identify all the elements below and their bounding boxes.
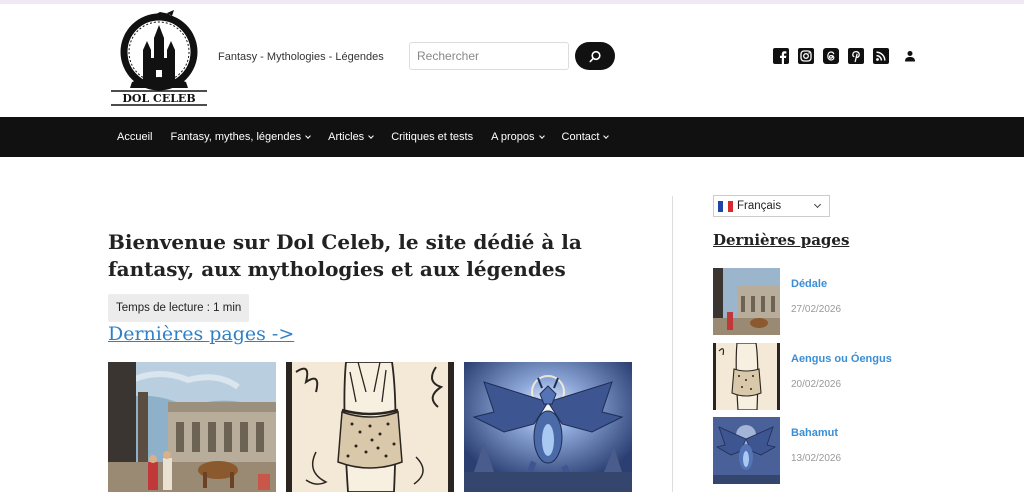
chevron-down-icon xyxy=(538,132,545,139)
article-thumbnail[interactable] xyxy=(286,362,454,492)
nav-item-label: Critiques et tests xyxy=(391,131,474,143)
social-links xyxy=(773,48,918,64)
logo-text: DOL CELEB xyxy=(122,92,195,105)
chevron-down-icon xyxy=(813,200,822,209)
search-input[interactable] xyxy=(409,42,569,70)
sidebar-list-item: Aengus ou Óengus 20/02/2026 xyxy=(713,343,913,411)
sidebar-item-thumbnail[interactable] xyxy=(713,268,780,335)
france-flag-icon xyxy=(718,200,733,212)
chevron-down-icon xyxy=(368,132,375,139)
sidebar-list-item: Dédale 27/02/2026 xyxy=(713,268,913,336)
reading-time-badge: Temps de lecture : 1 min xyxy=(108,294,250,322)
latest-pages-link[interactable]: Dernières pages -> xyxy=(108,323,294,345)
nav-item-label: A propos xyxy=(491,131,535,143)
site-header: DOL CELEB Fantasy - Mythologies - Légend… xyxy=(0,4,1024,117)
page-title: Bienvenue sur Dol Celeb, le site dédié à… xyxy=(108,230,582,281)
pinterest-icon[interactable] xyxy=(848,48,864,64)
nav-item-contact[interactable]: Contact xyxy=(561,131,610,143)
article-thumbnail[interactable] xyxy=(108,362,276,492)
user-icon[interactable] xyxy=(902,48,918,64)
nav-item-critiques[interactable]: Critiques et tests xyxy=(391,131,473,143)
nav-item-apropos[interactable]: A propos xyxy=(491,131,545,143)
nav-item-accueil[interactable]: Accueil xyxy=(117,131,152,143)
search-button[interactable] xyxy=(575,42,615,70)
sidebar-item-title[interactable]: Dédale xyxy=(791,278,827,290)
chevron-down-icon xyxy=(603,132,610,139)
sidebar-section-title: Dernières pages xyxy=(713,231,850,249)
language-select[interactable]: Français xyxy=(713,195,830,217)
search-icon xyxy=(588,50,601,62)
facebook-icon[interactable] xyxy=(773,48,789,64)
nav-item-articles[interactable]: Articles xyxy=(328,131,375,143)
sidebar-item-date: 27/02/2026 xyxy=(791,304,842,315)
instagram-icon[interactable] xyxy=(798,48,814,64)
sidebar-item-thumbnail[interactable] xyxy=(713,417,780,484)
nav-item-fantasy[interactable]: Fantasy, mythes, légendes xyxy=(170,131,311,143)
chevron-down-icon xyxy=(305,132,311,139)
language-label: Français xyxy=(737,200,782,212)
threads-icon[interactable] xyxy=(823,48,839,64)
main-navigation: Accueil Fantasy, mythes, légendes Articl… xyxy=(0,117,1024,157)
nav-item-label: Fantasy, mythes, légendes xyxy=(170,131,302,143)
sidebar-item-thumbnail[interactable] xyxy=(713,343,780,410)
sidebar-item-date: 20/02/2026 xyxy=(791,379,842,390)
sidebar-item-title[interactable]: Aengus ou Óengus xyxy=(791,353,892,365)
sidebar-item-date: 13/02/2026 xyxy=(791,453,842,464)
nav-item-label: Contact xyxy=(561,131,600,143)
site-logo[interactable]: DOL CELEB xyxy=(110,10,208,106)
article-grid xyxy=(108,362,632,492)
sidebar-list-item: Bahamut 13/02/2026 xyxy=(713,417,913,485)
site-tagline: Fantasy - Mythologies - Légendes xyxy=(218,51,384,63)
article-thumbnail[interactable] xyxy=(464,362,632,492)
nav-item-label: Accueil xyxy=(117,131,153,143)
nav-item-label: Articles xyxy=(328,131,365,143)
content-divider xyxy=(672,196,673,492)
sidebar-item-title[interactable]: Bahamut xyxy=(791,427,838,439)
rss-icon[interactable] xyxy=(873,48,889,64)
